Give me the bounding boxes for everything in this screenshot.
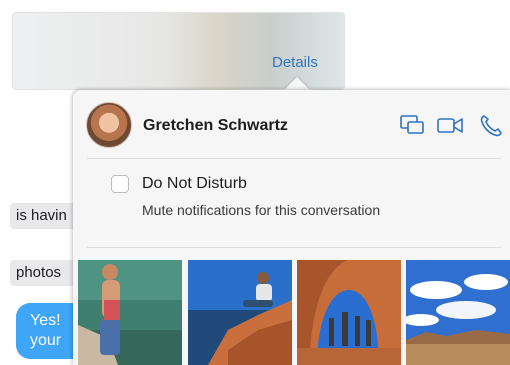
message-bubble-received: photos xyxy=(10,260,80,286)
phone-call-icon[interactable] xyxy=(478,113,506,137)
message-line: your xyxy=(30,332,62,349)
do-not-disturb-label: Do Not Disturb xyxy=(142,175,247,192)
photo-desert-sky-image xyxy=(406,260,510,365)
details-button[interactable]: Details xyxy=(272,54,318,71)
shared-photo[interactable] xyxy=(188,260,292,365)
shared-photo[interactable] xyxy=(406,260,510,365)
do-not-disturb-checkbox[interactable] xyxy=(111,175,129,193)
shared-photo[interactable] xyxy=(78,260,182,365)
photo-cliff-swimmer-image xyxy=(78,260,182,365)
screen-share-icon[interactable] xyxy=(399,113,427,137)
divider xyxy=(87,158,501,159)
details-popover: Gretchen Schwartz Do Not Disturb Mute no… xyxy=(73,90,510,365)
shared-photo[interactable] xyxy=(297,260,401,365)
divider xyxy=(87,247,501,248)
message-line: Yes! xyxy=(30,312,70,329)
message-bubble-received: is havin xyxy=(10,203,80,229)
contact-name: Gretchen Schwartz xyxy=(143,117,288,134)
avatar xyxy=(86,102,132,148)
photo-arch-group-image xyxy=(297,260,401,365)
video-call-icon[interactable] xyxy=(436,113,464,137)
do-not-disturb-description: Mute notifications for this conversation xyxy=(142,202,381,218)
photo-rock-sitter-image xyxy=(188,260,292,365)
popover-arrow xyxy=(284,77,310,90)
